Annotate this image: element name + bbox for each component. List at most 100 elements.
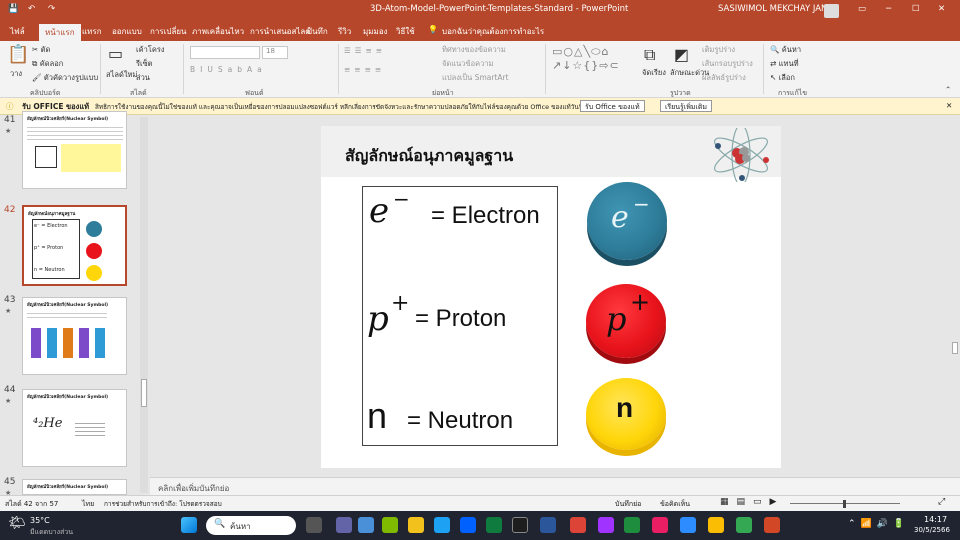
app-icon[interactable] xyxy=(652,517,668,533)
chat-icon[interactable] xyxy=(382,517,398,533)
reset-button[interactable]: รีเซ็ต xyxy=(136,58,153,70)
chrome-icon[interactable] xyxy=(736,517,752,533)
redo-icon[interactable]: ↷ xyxy=(48,4,55,14)
tab-home[interactable]: หน้าแรก xyxy=(39,24,81,41)
collapse-ribbon-icon[interactable]: ⌃ xyxy=(945,85,951,94)
new-slide-button[interactable]: สไลด์ใหม่ xyxy=(106,69,137,81)
tab-help[interactable]: วิธีใช้ xyxy=(396,25,415,38)
comments-button[interactable]: ข้อคิดเห็น xyxy=(660,499,690,510)
dropbox-icon[interactable] xyxy=(460,517,476,533)
electron-ball[interactable]: e − xyxy=(587,182,667,260)
word-icon[interactable] xyxy=(540,517,556,533)
shape-fill-button[interactable]: เติมรูปร่าง xyxy=(702,44,735,56)
format-painter-button[interactable]: 🖌 ตัวคัดวางรูปแบบ xyxy=(32,72,98,84)
notes-pane[interactable]: คลิกเพื่อเพิ่มบันทึกย่อ xyxy=(150,477,960,495)
scrollbar-thumb[interactable] xyxy=(141,379,147,407)
slide-scrollbar-thumb[interactable] xyxy=(952,342,958,354)
neutron-ball[interactable]: n xyxy=(586,378,666,450)
accessibility-status[interactable]: การช่วยสำหรับการเข้าถึง: โปรดตรวจสอบ xyxy=(104,499,222,509)
align-icons[interactable]: ≡≡≡≡ xyxy=(344,65,385,74)
list-icons[interactable]: ☰☰≡≡ xyxy=(344,46,386,55)
font-name-box[interactable] xyxy=(190,46,260,59)
symbol-table-box[interactable]: e − = Electron p + = Proton n = Neutron xyxy=(362,186,558,446)
close-icon[interactable]: ✕ xyxy=(938,4,945,14)
smartart-button[interactable]: แปลงเป็น SmartArt xyxy=(442,72,509,84)
arrange-icon[interactable]: ⧉ xyxy=(644,45,655,65)
ribbon-display-icon[interactable]: ▭ xyxy=(858,4,866,14)
system-tray-icons[interactable]: ⌃📶🔊🔋 xyxy=(848,519,909,529)
powerpoint-icon[interactable] xyxy=(764,517,780,533)
taskbar-search[interactable]: 🔍 ค้นหา xyxy=(206,516,296,535)
slide-thumbnail-45[interactable]: สัญลักษณ์นิวเคลียร์(Nuclear Symbol) xyxy=(22,479,127,495)
language-indicator[interactable]: ไทย xyxy=(82,499,94,510)
paste-button[interactable]: วาง xyxy=(10,68,22,80)
chrome-icon[interactable] xyxy=(708,517,724,533)
avatar[interactable] xyxy=(824,4,839,18)
find-button[interactable]: 🔍 ค้นหา xyxy=(770,44,801,56)
start-icon[interactable] xyxy=(181,517,197,533)
tab-view[interactable]: มุมมอง xyxy=(363,25,388,38)
slide-thumbnail-42[interactable]: สัญลักษณ์อนุภาคมูลฐาน e⁻ = Electron p⁺ =… xyxy=(22,205,127,286)
notes-button[interactable]: บันทึกย่อ xyxy=(615,499,641,510)
store-icon[interactable] xyxy=(434,517,450,533)
tell-me-search[interactable]: บอกฉันว่าคุณต้องการทำอะไร xyxy=(442,25,544,38)
tab-record[interactable]: บันทึก xyxy=(307,25,328,38)
app-icon[interactable] xyxy=(486,517,502,533)
tab-design[interactable]: ออกแบบ xyxy=(112,25,142,38)
paste-icon[interactable]: 📋 xyxy=(7,44,29,65)
save-icon[interactable]: 💾 xyxy=(8,4,19,14)
shape-outline-button[interactable]: เส้นกรอบรูปร่าง xyxy=(702,58,753,70)
cut-button[interactable]: ✂ ตัด xyxy=(32,44,50,56)
quick-styles-icon[interactable]: ◩ xyxy=(674,45,689,64)
messenger-icon[interactable] xyxy=(598,517,614,533)
slide-thumbnail-41[interactable]: สัญลักษณ์นิวเคลียร์(Nuclear Symbol) xyxy=(22,111,127,189)
user-name[interactable]: SASIWIMOL MEKCHAY JANNY xyxy=(718,4,839,14)
section-button[interactable]: ส่วน xyxy=(136,72,150,84)
new-slide-icon[interactable]: ▭ xyxy=(108,44,123,63)
clock-time[interactable]: 14:17 xyxy=(924,515,947,524)
slide-title[interactable]: สัญลักษณ์อนุภาคมูลฐาน xyxy=(345,144,513,169)
shapes-gallery[interactable]: ▭○△╲⬭⌂ ↗↓☆{}⇨⊂ xyxy=(552,45,620,72)
notes-placeholder: คลิกเพื่อเพิ่มบันทึกย่อ xyxy=(158,484,230,493)
thumbnail-scrollbar[interactable] xyxy=(140,117,148,493)
tab-slideshow[interactable]: การนำเสนอสไลด์ xyxy=(250,25,311,38)
font-format-icons[interactable]: BIUSabAa xyxy=(190,65,267,74)
close-message-icon[interactable]: ✕ xyxy=(946,101,952,110)
align-text-button[interactable]: จัดแนวข้อความ xyxy=(442,58,493,70)
tab-insert[interactable]: แทรก xyxy=(82,25,102,38)
view-buttons[interactable]: ▦▤▭▶ xyxy=(720,497,784,507)
widgets-icon[interactable] xyxy=(358,517,374,533)
slide-thumbnail-43[interactable]: สัญลักษณ์นิวเคลียร์(Nuclear Symbol) xyxy=(22,297,127,375)
zoom-icon[interactable] xyxy=(680,517,696,533)
app-icon[interactable] xyxy=(512,517,528,533)
get-genuine-button[interactable]: รับ Office ของแท้ xyxy=(580,100,645,112)
font-size-box[interactable]: 18 xyxy=(262,46,288,59)
undo-icon[interactable]: ↶ xyxy=(28,4,35,14)
text-direction-button[interactable]: ทิศทางของข้อความ xyxy=(442,44,506,56)
learn-more-button[interactable]: เรียนรู้เพิ่มเติม xyxy=(660,100,712,112)
replace-button[interactable]: ⇄ แทนที่ xyxy=(770,58,799,70)
chrome-icon[interactable] xyxy=(570,517,586,533)
proton-ball[interactable]: p + xyxy=(586,284,666,358)
play-icon[interactable] xyxy=(624,517,640,533)
maximize-icon[interactable]: ☐ xyxy=(912,4,920,14)
slide-thumbnail-44[interactable]: สัญลักษณ์นิวเคลียร์(Nuclear Symbol) ⁴₂He xyxy=(22,389,127,467)
tab-animations[interactable]: ภาพเคลื่อนไหว xyxy=(192,25,244,38)
tab-file[interactable]: ไฟล์ xyxy=(10,25,25,38)
zoom-slider-thumb[interactable] xyxy=(843,500,846,508)
slide-scrollbar[interactable] xyxy=(950,118,960,474)
copy-button[interactable]: ⧉ คัดลอก xyxy=(32,58,63,70)
tab-review[interactable]: รีวิว xyxy=(338,25,351,38)
layout-button[interactable]: เค้าโครง xyxy=(136,44,165,56)
clock-date[interactable]: 30/5/2566 xyxy=(914,526,950,534)
tab-transitions[interactable]: การเปลี่ยน xyxy=(150,25,187,38)
task-view-icon[interactable] xyxy=(306,517,322,533)
select-button[interactable]: ↖ เลือก xyxy=(770,72,795,84)
file-explorer-icon[interactable] xyxy=(408,517,424,533)
weather-icon[interactable]: 🌤 xyxy=(8,515,26,531)
shape-effects-button[interactable]: ผลลัพธ์รูปร่าง xyxy=(702,72,746,84)
minimize-icon[interactable]: ─ xyxy=(886,4,891,14)
fit-slide-icon[interactable]: ⤢ xyxy=(938,497,945,507)
teams-icon[interactable] xyxy=(336,517,352,533)
arrange-button[interactable]: จัดเรียง xyxy=(642,67,666,79)
